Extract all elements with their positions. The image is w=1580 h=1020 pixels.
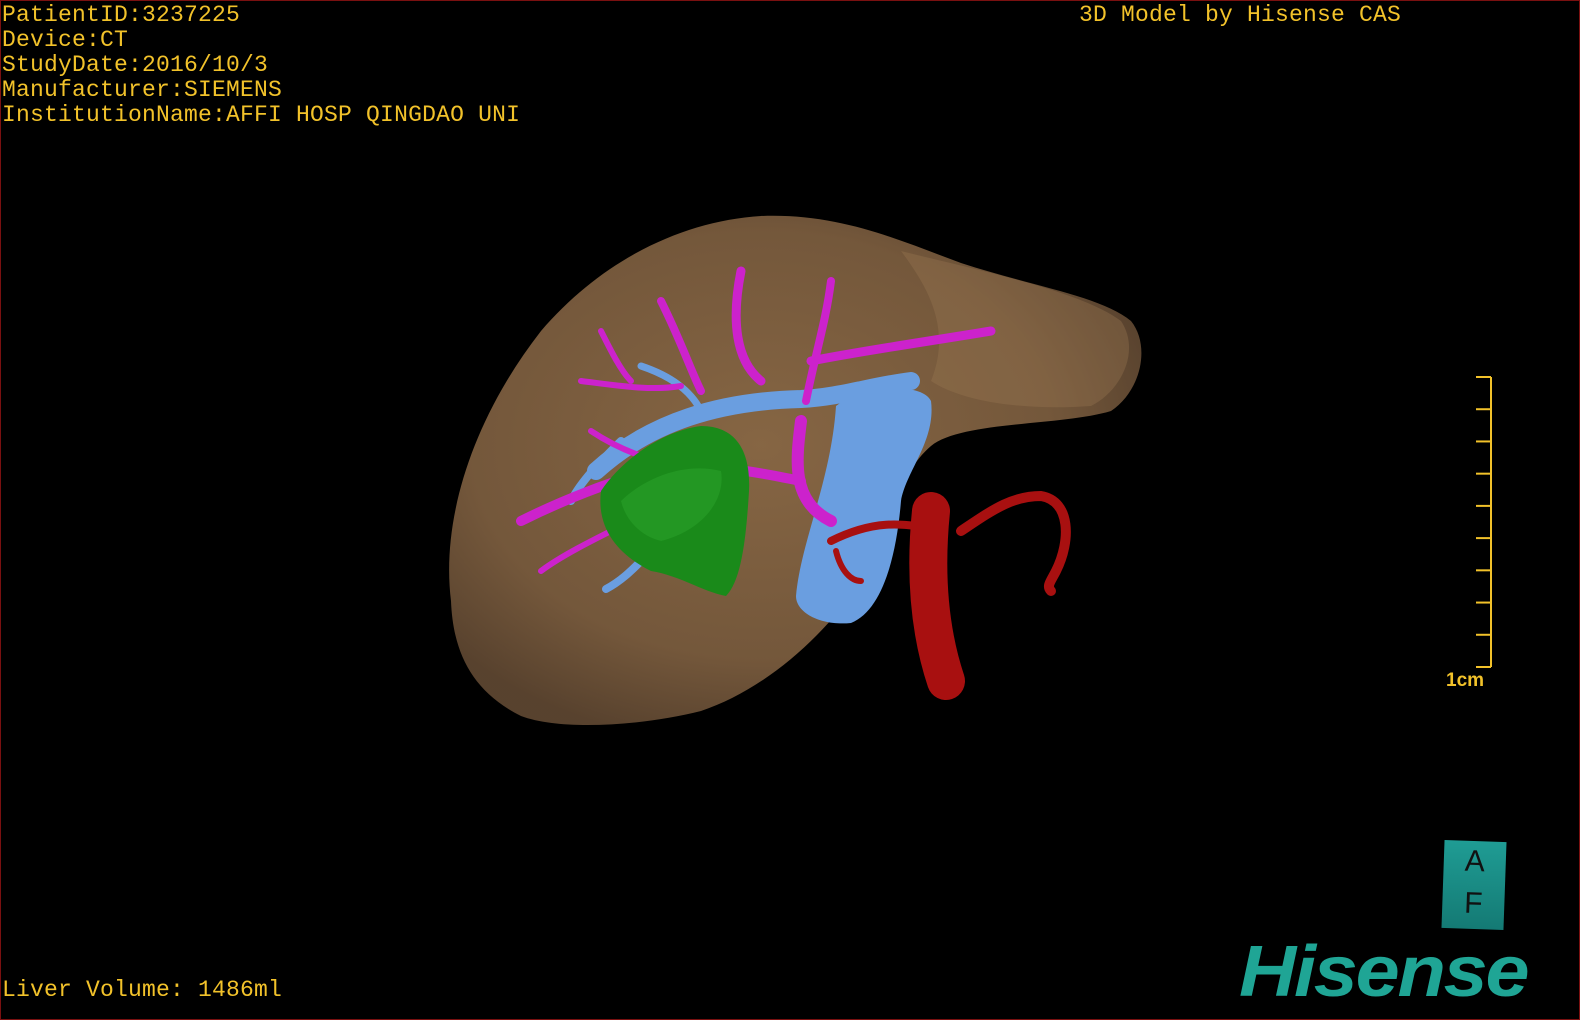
3d-viewport[interactable]: PatientID:3237225 Device:CT StudyDate:2016… [0, 0, 1580, 1020]
manufacturer: Manufacturer:SIEMENS [2, 77, 283, 103]
liver-volume: Liver Volume: 1486ml [2, 977, 283, 1003]
institution-name: InstitutionName:AFFI HOSP QINGDAO UNI [2, 102, 521, 128]
orientation-anterior: A [1464, 844, 1486, 879]
liver-3d-model[interactable] [1, 1, 1580, 1020]
device: Device:CT [2, 27, 129, 53]
scale-bar-label: 1cm [1446, 670, 1485, 691]
hisense-logo: Hisense [1239, 932, 1530, 1012]
patient-id: PatientID:3237225 [2, 2, 241, 28]
dicom-info: PatientID:3237225 Device:CT StudyDate:2016… [2, 3, 520, 128]
orientation-cube[interactable]: A F [1441, 839, 1507, 931]
scale-bar [1476, 376, 1492, 668]
study-date: StudyDate:2016/10/3 [2, 52, 269, 78]
orientation-foot: F [1463, 886, 1484, 921]
model-credit: 3D Model by Hisense CAS [1079, 2, 1402, 28]
